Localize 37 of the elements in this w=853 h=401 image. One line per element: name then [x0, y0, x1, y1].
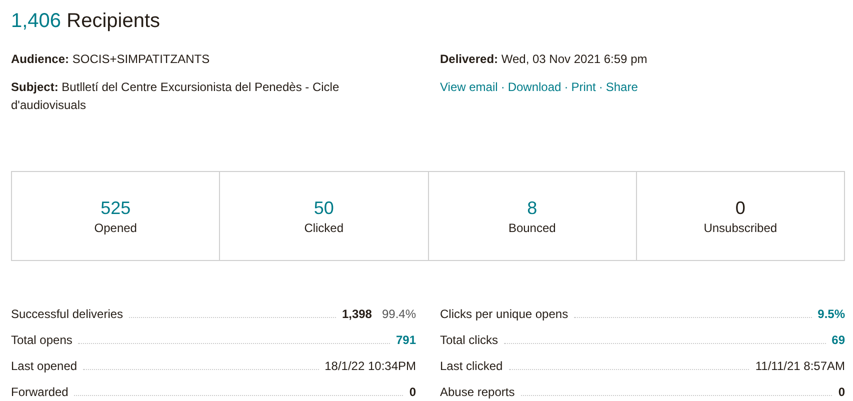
detail-text: Delivered: Wed, 03 Nov 2021 6:59 pm	[440, 51, 648, 68]
metric-label: Total opens	[11, 333, 72, 347]
metric-value[interactable]: 9.5%	[818, 307, 845, 321]
metric-label: Forwarded	[11, 385, 68, 399]
detail-text: Audience: SOCIS+SIMPATITZANTS	[11, 51, 211, 68]
metric-value[interactable]: 791	[396, 333, 416, 347]
stat-value[interactable]: 50	[314, 198, 334, 218]
metric-label: Last opened	[11, 359, 78, 373]
metric-percent: 99.4%	[382, 307, 416, 321]
action-link[interactable]: Share	[606, 80, 638, 94]
metric-label: Total clicks	[440, 333, 498, 347]
separator-dot: ·	[564, 80, 568, 94]
stat-label: Unsubscribed	[704, 220, 778, 234]
metric-label: Clicks per unique opens	[440, 307, 568, 321]
stat-value[interactable]: 525	[100, 198, 131, 218]
separator-dot: ·	[598, 80, 603, 94]
action-link[interactable]: View email	[440, 80, 498, 94]
metric-label: Abuse reports	[440, 385, 515, 399]
metric-label: Last clicked	[440, 359, 503, 373]
stat-label: Bounced	[508, 220, 556, 234]
metric-value: 0	[409, 385, 416, 399]
action-link[interactable]: Download	[508, 80, 562, 94]
stat-value: 0	[735, 198, 746, 218]
metric-value: 1,398	[342, 307, 372, 321]
action-link[interactable]: Print	[571, 80, 596, 94]
metric-value[interactable]: 69	[832, 333, 845, 347]
recipient-count: 1,406	[11, 10, 62, 32]
stat-label: Opened	[94, 220, 137, 234]
detail-text: Subject: Butlletí del Centre Excursionista del Penedès - Cicle d'audiovisuals	[11, 79, 340, 114]
metric-value: 0	[838, 385, 845, 399]
stat-label: Clicked	[304, 220, 344, 234]
metric-value: 18/1/22 10:34PM	[324, 359, 416, 373]
page-title: Recipients	[66, 10, 160, 32]
metric-value: 11/11/21 8:57AM	[755, 359, 845, 373]
separator-dot: ·	[500, 80, 505, 94]
stat-value[interactable]: 8	[527, 198, 538, 218]
metric-label: Successful deliveries	[11, 307, 124, 321]
